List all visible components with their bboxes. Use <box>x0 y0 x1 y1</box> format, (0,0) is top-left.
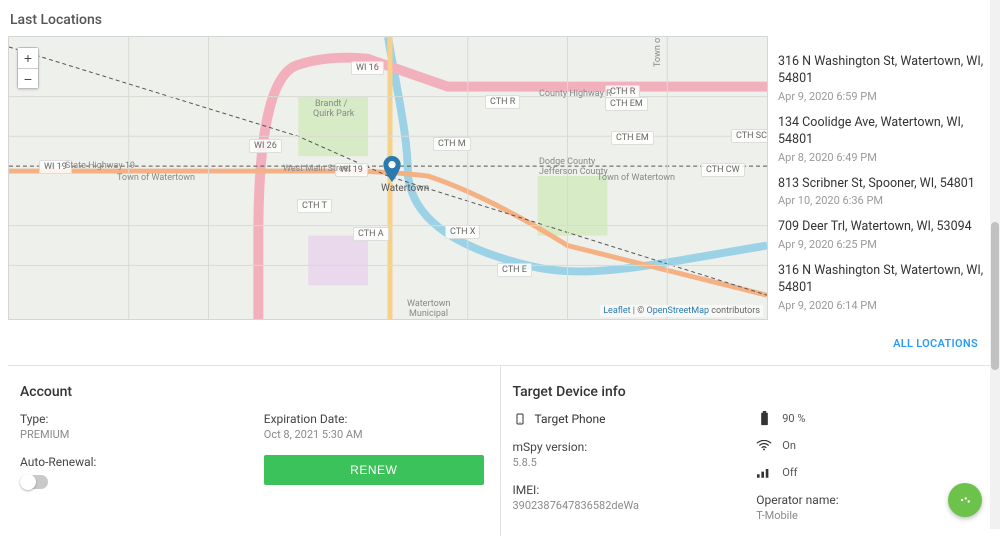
label-cth-cw: CTH CW <box>701 163 745 177</box>
label-muni2: Municipal <box>409 309 448 319</box>
location-item[interactable]: 134 Coolidge Ave, Watertown, WI, 54801 A… <box>778 115 992 164</box>
location-item[interactable]: 316 N Washington St, Watertown, WI, 5480… <box>778 54 992 103</box>
account-type-value: PREMIUM <box>20 428 244 441</box>
signal-value: Off <box>782 466 797 479</box>
label-wi26: WI 26 <box>249 139 282 153</box>
map-container[interactable]: + − Watertown WI 16 WI 26 WI 19 WI 19 St… <box>8 36 768 320</box>
mspy-value: 5.8.5 <box>513 456 737 469</box>
expiration-value: Oct 8, 2021 5:30 AM <box>264 428 488 441</box>
wifi-icon <box>756 440 772 452</box>
marker-label: Watertown <box>381 183 429 194</box>
map-attribution: Leaflet | © OpenStreetMap contributors <box>600 305 763 317</box>
location-item[interactable]: 813 Scribner St, Spooner, WI, 54801 Apr … <box>778 176 992 208</box>
last-locations-title: Last Locations <box>10 12 992 28</box>
battery-icon <box>756 413 772 425</box>
osm-link[interactable]: OpenStreetMap <box>647 306 710 316</box>
renew-button[interactable]: RENEW <box>264 455 484 485</box>
location-timestamp: Apr 10, 2020 6:36 PM <box>778 194 992 207</box>
auto-renew-label: Auto-Renewal: <box>20 455 244 469</box>
label-cth-x: CTH X <box>445 225 480 239</box>
label-westmain: West Main Street <box>283 164 351 174</box>
target-phone-label: Target Phone <box>535 412 606 426</box>
label-cth-t: CTH T <box>297 199 332 213</box>
location-timestamp: Apr 8, 2020 6:49 PM <box>778 151 992 164</box>
attrib-tail: contributors <box>709 306 760 316</box>
label-brandt2: Quirk Park <box>313 109 354 119</box>
location-address: 316 N Washington St, Watertown, WI, 5480… <box>778 54 992 88</box>
label-cth-r: CTH R <box>485 95 520 109</box>
location-timestamp: Apr 9, 2020 6:59 PM <box>778 90 992 103</box>
account-type-label: Type: <box>20 412 244 426</box>
device-panel: Target Device info Target Phone mSpy ver… <box>500 366 993 536</box>
location-item[interactable]: 709 Deer Trl, Watertown, WI, 53094 Apr 9… <box>778 219 992 251</box>
zoom-in-button[interactable]: + <box>18 48 38 68</box>
label-cth-a: CTH A <box>353 227 389 241</box>
imei-label: IMEI: <box>513 483 737 497</box>
device-title: Target Device info <box>513 384 981 400</box>
wifi-value: On <box>782 439 796 452</box>
signal-icon <box>756 467 772 479</box>
auto-renew-toggle[interactable] <box>20 475 48 489</box>
location-address: 709 Deer Trl, Watertown, WI, 53094 <box>778 219 992 236</box>
label-county-hwy-r: County Highway R <box>539 89 612 99</box>
label-cth-e: CTH E <box>497 263 532 277</box>
operator-label: Operator name: <box>756 493 980 507</box>
map-zoom-control: + − <box>17 47 39 89</box>
vertical-scrollbar[interactable] <box>990 0 1000 529</box>
bottom-panels: Account Type: PREMIUM Auto-Renewal: Expi… <box>8 366 992 536</box>
leaflet-link[interactable]: Leaflet <box>603 306 630 316</box>
location-timestamp: Apr 9, 2020 6:25 PM <box>778 238 992 251</box>
last-locations-panel: + − Watertown WI 16 WI 26 WI 19 WI 19 St… <box>8 36 992 320</box>
zoom-out-button[interactable]: − <box>18 68 38 88</box>
scrollbar-thumb[interactable] <box>991 222 999 370</box>
label-cth-em: CTH EM <box>605 97 648 111</box>
label-cth-m: CTH M <box>433 137 471 151</box>
imei-value: 3902387647836582deWa <box>513 499 737 512</box>
label-muni1: Watertown <box>407 299 450 309</box>
label-state19: State Highway 19 <box>65 161 135 171</box>
battery-value: 90 % <box>782 412 805 425</box>
location-address: 813 Scribner St, Spooner, WI, 54801 <box>778 176 992 193</box>
label-wi16: WI 16 <box>351 61 384 75</box>
all-locations-link[interactable]: ALL LOCATIONS <box>893 337 978 350</box>
chat-icon <box>956 491 974 509</box>
label-cth-em2: CTH EM <box>611 131 654 145</box>
label-town: Town of Watertown <box>117 173 195 183</box>
mspy-label: mSpy version: <box>513 440 737 454</box>
account-panel: Account Type: PREMIUM Auto-Renewal: Expi… <box>8 366 500 536</box>
label-brandt: Brandt / <box>315 99 347 109</box>
chat-fab[interactable] <box>948 483 982 517</box>
account-title: Account <box>20 384 488 400</box>
phone-icon <box>513 412 527 426</box>
label-dodge: Dodge County <box>539 157 595 167</box>
label-jefferson: Jefferson County <box>539 167 608 177</box>
location-address: 134 Coolidge Ave, Watertown, WI, 54801 <box>778 115 992 149</box>
label-town2: Town of Watertown <box>597 173 675 183</box>
location-list: 316 N Washington St, Watertown, WI, 5480… <box>778 36 992 320</box>
label-emmet: Town of Emmet <box>653 36 663 67</box>
location-item[interactable]: 316 N Washington St, Watertown, WI, 5480… <box>778 263 992 312</box>
location-timestamp: Apr 9, 2020 6:14 PM <box>778 299 992 312</box>
attrib-sep: | © <box>631 306 647 316</box>
map-marker[interactable] <box>383 156 401 182</box>
label-cth-sc: CTH SC <box>731 129 768 143</box>
location-address: 316 N Washington St, Watertown, WI, 5480… <box>778 263 992 297</box>
expiration-label: Expiration Date: <box>264 412 488 426</box>
operator-value: T-Mobile <box>756 509 980 522</box>
